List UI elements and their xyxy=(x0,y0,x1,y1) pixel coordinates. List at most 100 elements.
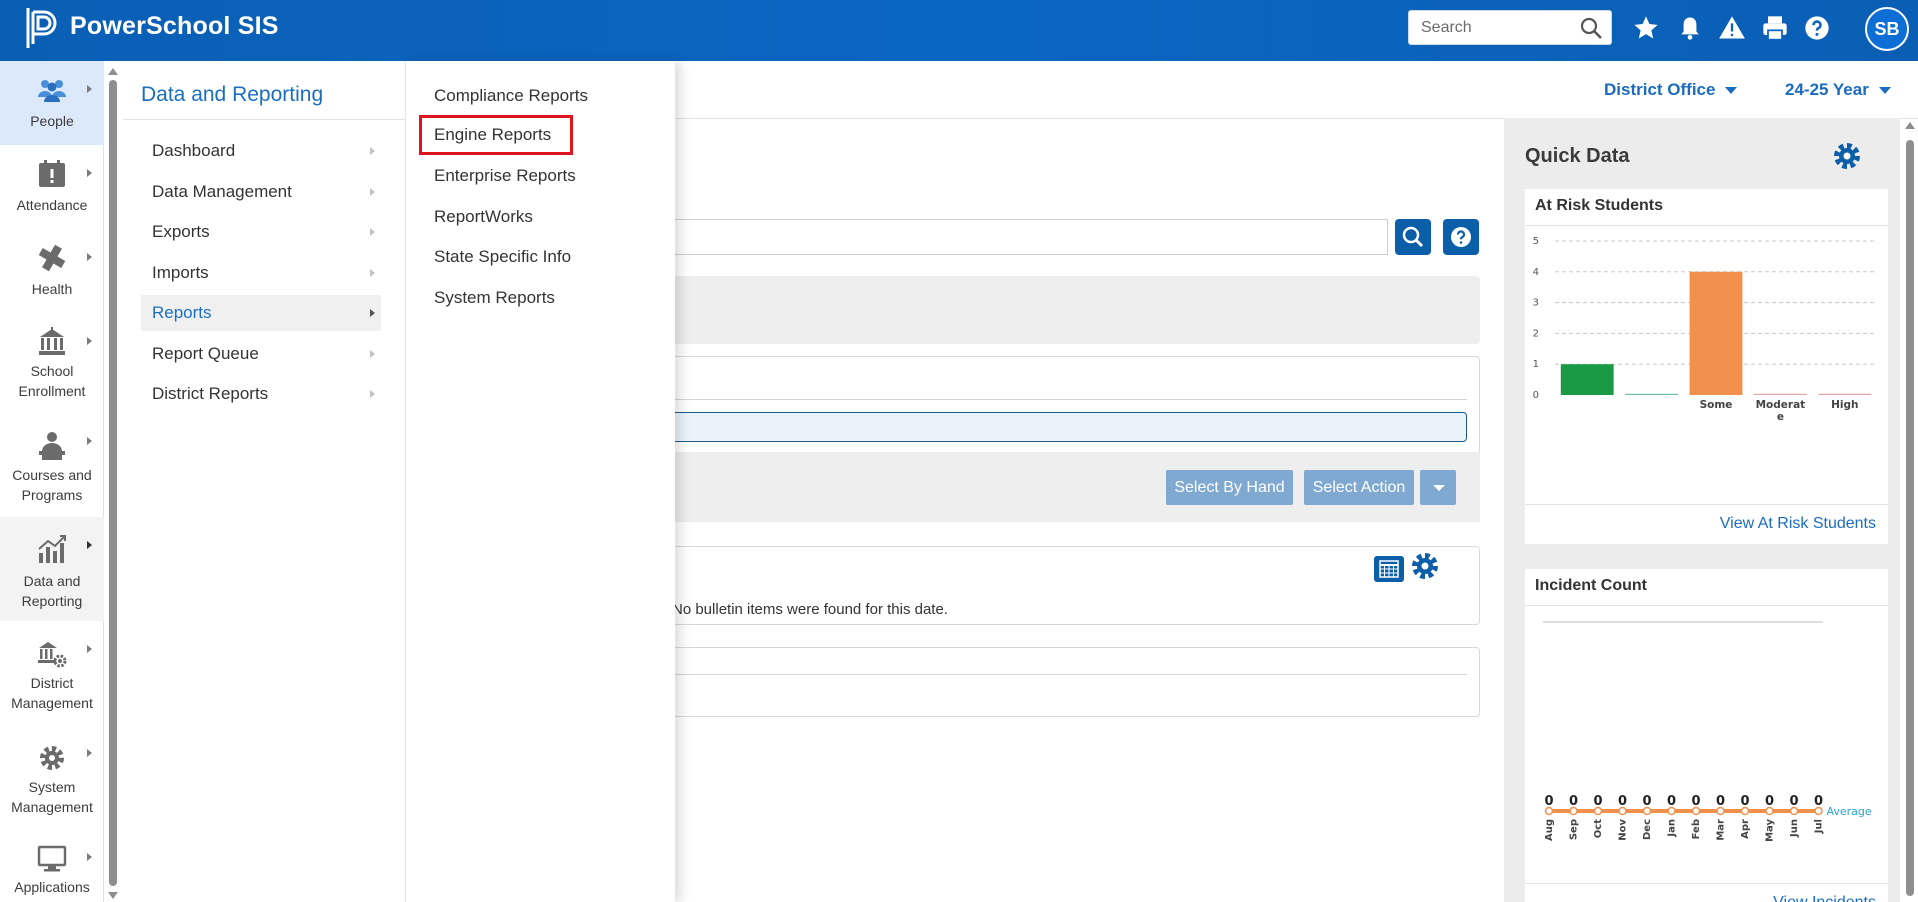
sidebar-item-applications[interactable]: Applications xyxy=(0,829,104,902)
school-selector[interactable]: District Office xyxy=(1604,80,1738,100)
bar xyxy=(1753,393,1807,395)
calendar-icon xyxy=(1379,560,1399,578)
bar xyxy=(1818,393,1872,395)
select-by-hand-button[interactable]: Select By Hand xyxy=(1166,470,1293,505)
sidebar-item-people[interactable]: People xyxy=(0,61,104,145)
quick-data-gear-icon[interactable] xyxy=(1832,141,1862,171)
data-label: 0 xyxy=(1691,794,1700,809)
caret-down-icon xyxy=(1878,87,1891,95)
sidebar-item-courses[interactable]: Courses and Programs xyxy=(0,413,104,517)
submenu-engine-reports[interactable]: Engine Reports xyxy=(418,115,574,155)
sidebar-item-health[interactable]: Health xyxy=(0,229,104,313)
search-help-button[interactable] xyxy=(1443,219,1479,255)
menu-item-report-queue[interactable]: Report Queue xyxy=(141,336,381,372)
health-icon xyxy=(38,244,66,272)
menu-item-imports[interactable]: Imports xyxy=(141,255,381,291)
menu-item-district-reports[interactable]: District Reports xyxy=(141,376,381,412)
year-label: 24-25 Year xyxy=(1785,80,1869,99)
incident-chart: 0 Aug 0 Sep 0 Oct 0 Nov 0 Dec 0 Jan 0 Feb 0 Mar 0 Apr 0 May… xyxy=(1543,621,1872,842)
x-tick-label: Mar xyxy=(1716,819,1727,841)
scrollbar-thumb[interactable] xyxy=(109,80,117,886)
x-tick-label: Oct xyxy=(1593,819,1604,838)
scroll-down-icon[interactable] xyxy=(108,892,118,899)
view-at-risk-link[interactable]: View At Risk Students xyxy=(1720,515,1876,533)
x-tick-label: Feb xyxy=(1691,819,1702,839)
sidebar-item-system-management[interactable]: System Management xyxy=(0,725,104,829)
brand-title[interactable]: PowerSchool SIS xyxy=(70,12,279,41)
data-label: 0 xyxy=(1593,794,1602,809)
chevron-right-icon xyxy=(87,749,92,757)
bulletin-settings-gear-icon[interactable] xyxy=(1410,551,1440,581)
chevron-right-icon xyxy=(87,437,92,445)
sidebar-item-data-reporting[interactable]: Data and Reporting xyxy=(0,517,104,621)
submenu-state-specific-info[interactable]: State Specific Info xyxy=(434,246,571,268)
calendar-button[interactable] xyxy=(1374,556,1404,582)
search-input[interactable] xyxy=(1409,11,1574,44)
at-risk-card: At Risk Students 0 1 2 3 4 5 Some Moderat e High … xyxy=(1525,189,1888,544)
powerschool-logo-icon[interactable] xyxy=(24,6,60,50)
school-icon xyxy=(39,327,65,355)
sidebar-item-school-enrollment[interactable]: School Enrollment xyxy=(0,313,104,413)
submenu-reportworks[interactable]: ReportWorks xyxy=(434,206,533,228)
x-tick-label: Aug xyxy=(1544,819,1555,841)
alert-icon[interactable] xyxy=(1718,14,1746,42)
select-action-dropdown-button[interactable] xyxy=(1420,470,1456,505)
user-avatar[interactable]: SB xyxy=(1865,7,1909,51)
bar xyxy=(1560,364,1614,395)
menu-item-reports[interactable]: Reports xyxy=(141,295,381,331)
view-incidents-link[interactable]: View Incidents xyxy=(1773,894,1876,902)
sidebar-label-applications: Applications xyxy=(14,879,90,895)
star-icon[interactable] xyxy=(1632,14,1660,42)
search-button[interactable] xyxy=(1395,219,1431,255)
main-sidebar: People Attendance Health School Enrollme… xyxy=(0,61,104,902)
chevron-right-icon xyxy=(87,253,92,261)
menu-item-data-management[interactable]: Data Management xyxy=(141,174,381,210)
print-icon[interactable] xyxy=(1761,14,1789,42)
empty-panel xyxy=(675,647,1480,717)
card-divider xyxy=(1525,504,1888,505)
search-box[interactable] xyxy=(1408,10,1612,45)
y-tick-label: 1 xyxy=(1533,359,1539,370)
select-action-button[interactable]: Select Action xyxy=(1304,470,1414,505)
menu-label: Dashboard xyxy=(152,141,236,160)
y-tick-label: 5 xyxy=(1533,236,1539,247)
help-icon xyxy=(1451,227,1471,247)
chevron-right-icon xyxy=(370,269,375,277)
help-icon[interactable] xyxy=(1803,14,1831,42)
submenu-system-reports[interactable]: System Reports xyxy=(434,287,555,309)
data-reporting-flyout: Data and Reporting Dashboard Data Manage… xyxy=(123,61,405,902)
y-tick-label: 0 xyxy=(1533,390,1539,401)
sidebar-item-attendance[interactable]: Attendance xyxy=(0,145,104,229)
x-tick-label: Apr xyxy=(1740,819,1751,839)
sidebar-label-courses: Courses and xyxy=(12,467,92,483)
page-scrollbar[interactable] xyxy=(1905,118,1915,902)
student-search-input[interactable] xyxy=(675,219,1388,255)
sidebar-label-people: People xyxy=(30,113,74,129)
scroll-up-icon[interactable] xyxy=(1905,122,1915,129)
school-label: District Office xyxy=(1604,80,1716,99)
chevron-right-icon xyxy=(87,337,92,345)
submenu-compliance-reports[interactable]: Compliance Reports xyxy=(434,85,588,107)
scroll-up-icon[interactable] xyxy=(108,68,118,75)
sidebar-label-system: System xyxy=(28,779,76,795)
sidebar-item-district-management[interactable]: District Management xyxy=(0,621,104,725)
search-icon[interactable] xyxy=(1579,16,1603,40)
x-tick-label: Nov xyxy=(1618,819,1629,841)
selection-input[interactable] xyxy=(675,412,1467,442)
menu-item-exports[interactable]: Exports xyxy=(141,214,381,250)
chevron-right-icon xyxy=(87,853,92,861)
menu-item-dashboard[interactable]: Dashboard xyxy=(141,133,381,169)
card-divider xyxy=(1525,225,1888,226)
year-selector[interactable]: 24-25 Year xyxy=(1785,80,1891,100)
menu-label: District Reports xyxy=(152,384,269,403)
submenu-enterprise-reports[interactable]: Enterprise Reports xyxy=(434,165,576,187)
sidebar-label-programs: Programs xyxy=(21,487,83,503)
bell-icon[interactable] xyxy=(1676,14,1704,42)
menu-label: Reports xyxy=(152,303,212,322)
data-label: 0 xyxy=(1569,794,1578,809)
info-box xyxy=(675,276,1480,344)
sidebar-scrollbar[interactable] xyxy=(108,68,118,902)
chevron-right-icon xyxy=(370,188,375,196)
flyout-title: Data and Reporting xyxy=(141,83,324,106)
scrollbar-thumb[interactable] xyxy=(1906,140,1914,896)
